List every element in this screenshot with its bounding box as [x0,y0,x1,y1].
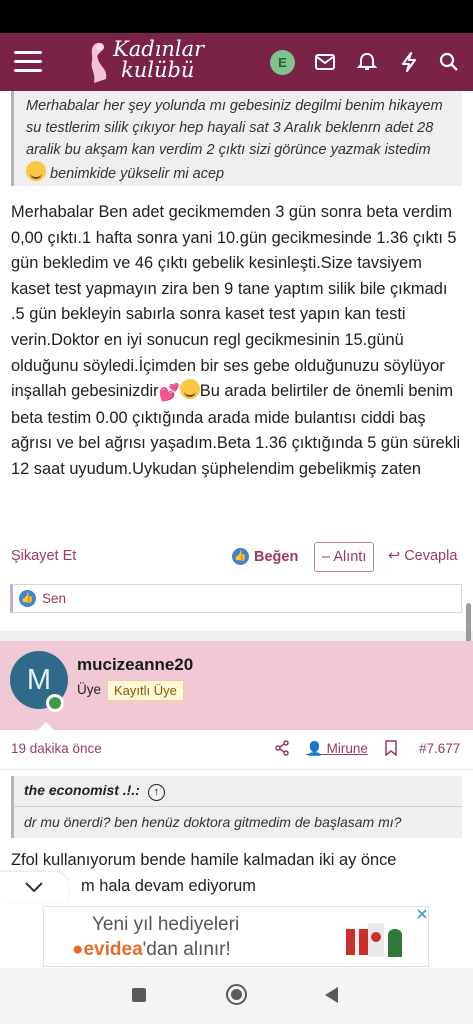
site-header: Kadınlar kulübü E [0,33,473,91]
ad-banner[interactable]: Yeni yıl hediyeleri ●evidea'dan alınır! [43,906,429,967]
ad-line1: Yeni yıl hediyeleri [92,914,240,935]
logo-line2: kulübü [121,58,195,82]
thumbs-up-icon: 👍 [232,548,249,565]
bolt-icon[interactable] [396,49,422,75]
username[interactable]: mucizeanne20 [77,655,193,675]
quote-author: the economist .!.: [24,782,140,798]
reactions-bar[interactable]: 👍 Sen [10,584,462,613]
user-icon: 👤 [306,741,323,756]
post-separator [0,631,473,641]
ad-line2-suffix: 'dan alınır! [142,939,231,960]
post-body: Zfol kullanıyorum bende hamile kalmadan … [11,848,463,899]
reply-button[interactable]: ↩ Cevapla [388,548,457,564]
like-label: Beğen [254,548,299,565]
report-button[interactable]: Şikayet Et [11,548,76,564]
post-body: Merhabalar Ben adet gecikmemden 3 gün so… [11,200,463,483]
quote-text-end: benimkide yükselir mi acep [46,166,225,182]
smile-emoji-icon [26,161,46,181]
reactions-text: Sen [42,591,67,606]
quote-label: Alıntı [333,549,367,565]
quote-button[interactable]: – Alıntı [314,542,375,572]
bell-icon[interactable] [354,49,380,75]
quote-divider [14,806,462,807]
post-time[interactable]: 19 dakika önce [11,741,102,756]
quote-text: dr mu önerdi? ben henüz doktora gitmedim… [24,814,402,830]
quoted-message: the economist .!.: ↑ dr mu önerdi? ben h… [11,776,462,838]
user-role: Üye [77,682,102,697]
user-block-pointer [37,722,55,731]
user-badge: Kayıtlı Üye [107,680,184,701]
user-avatar[interactable]: E [270,50,295,75]
quote-text: Merhabalar her şey yolunda mı gebesiniz … [26,98,443,158]
mention-link[interactable]: 👤 Mirune [306,741,368,757]
share-icon[interactable] [274,740,290,759]
ad-line2: ●evidea'dan alınır! [72,939,231,961]
evidea-logo-icon: ● [72,939,84,960]
like-button[interactable]: 👍 Beğen [232,548,298,565]
gift-image [346,923,402,957]
ad-choices-icon[interactable] [416,908,428,920]
collapse-button[interactable] [0,872,68,902]
post-meta: 19 dakika önce 👤 Mirune #7.677 [0,735,473,763]
post-body-line1: Zfol kullanıyorum bende hamile kalmadan … [11,851,397,869]
status-bar [0,0,473,33]
post-actions: Şikayet Et 👍 Beğen – Alıntı ↩ Cevapla [0,542,473,574]
post-body-part1: Merhabalar Ben adet gecikmemden 3 gün so… [11,203,457,401]
meta-divider [0,769,473,770]
ad-brand: evidea [83,939,143,960]
quote-author-row[interactable]: the economist .!.: ↑ [24,782,165,801]
reply-label: Cevapla [404,548,458,564]
home-icon[interactable] [226,984,247,1005]
site-logo[interactable]: Kadınlar kulübü [113,39,204,81]
user-info-block [0,641,473,730]
arrow-up-circle-icon[interactable]: ↑ [147,784,165,801]
mention-name: Mirune [326,741,368,756]
mail-icon[interactable] [312,49,338,75]
search-icon[interactable] [436,49,462,75]
chevron-down-icon [25,882,43,892]
back-icon[interactable] [325,987,338,1003]
smile-emoji-icon [179,379,200,400]
online-status-icon [46,694,64,712]
quoted-message: Merhabalar her şey yolunda mı gebesiniz … [11,91,462,186]
post-body-line2: m hala devam ediyorum [81,876,256,895]
hearts-emoji-icon: 💕 [158,383,180,403]
recents-icon[interactable] [132,988,146,1002]
minus-icon: – [322,549,331,565]
thumbs-up-icon: 👍 [19,590,36,607]
menu-icon[interactable] [14,51,42,73]
post-number[interactable]: #7.677 [419,741,460,756]
reply-arrow-icon: ↩ [388,548,401,564]
bookmark-icon[interactable] [385,740,397,759]
logo-line1: Kadınlar [113,37,205,61]
